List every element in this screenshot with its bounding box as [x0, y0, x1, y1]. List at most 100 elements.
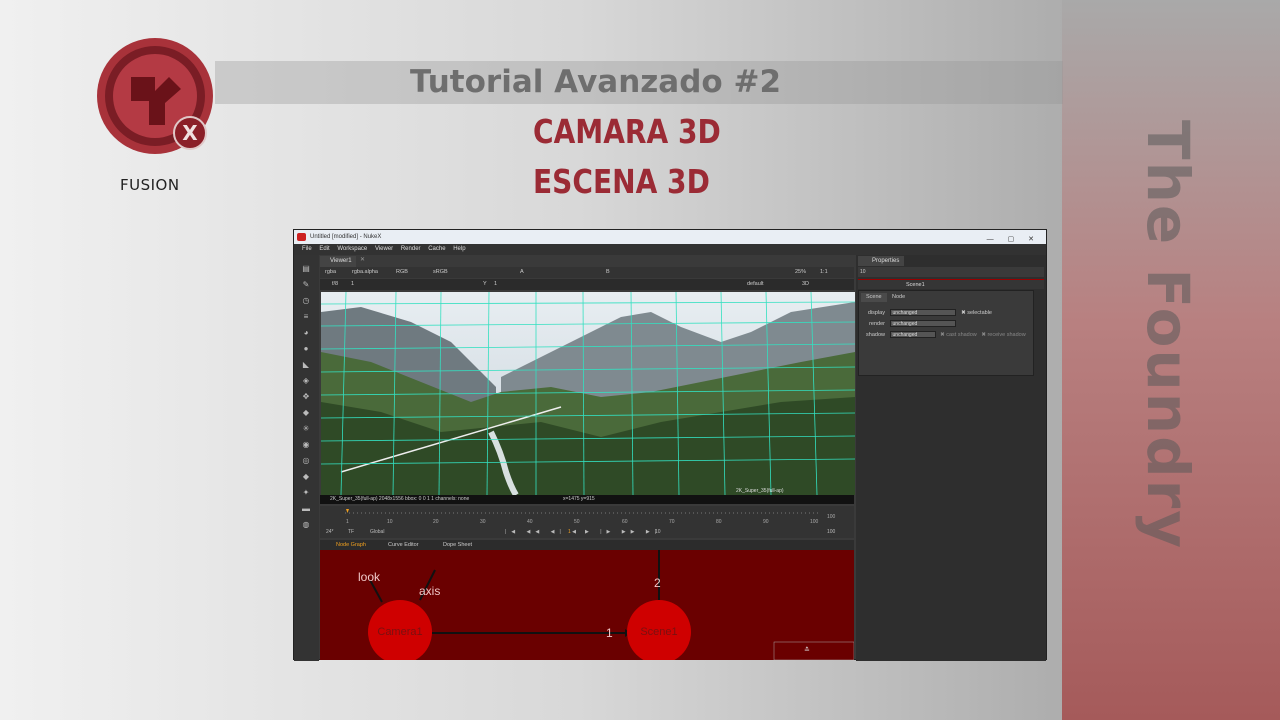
ratio-select[interactable]: 1:1: [820, 267, 828, 278]
format-info: 2K_Super_35(full-ap) 2048x1556 bbox: 0 0…: [330, 496, 470, 502]
channels-select[interactable]: rgba: [325, 267, 336, 278]
axis-label: axis: [419, 584, 441, 598]
close-icon[interactable]: ✕: [360, 256, 365, 263]
display-row: display unchanged ✖ selectable: [867, 309, 992, 317]
menu-workspace[interactable]: Workspace: [337, 246, 367, 252]
channel-icon[interactable]: ≡: [301, 313, 311, 321]
furnace-icon[interactable]: ▬: [301, 505, 311, 513]
render-dropdown[interactable]: unchanged: [889, 320, 956, 328]
window-titlebar: Untitled [modified] - NukeX — ▢ ✕: [294, 230, 1046, 244]
fstop-value[interactable]: f/8: [332, 279, 338, 290]
step-value[interactable]: 10: [655, 526, 661, 538]
menu-edit[interactable]: Edit: [319, 246, 329, 252]
selectable-checkbox[interactable]: ✖: [961, 310, 966, 316]
svg-text:X: X: [182, 121, 198, 145]
svg-text:1: 1: [346, 519, 349, 525]
input-b-select[interactable]: B: [606, 267, 610, 278]
menu-bar: File Edit Workspace Viewer Render Cache …: [294, 244, 1046, 255]
time-icon[interactable]: ◷: [301, 297, 311, 305]
subtab-node[interactable]: Node: [887, 293, 910, 302]
tf-select[interactable]: TF: [348, 526, 354, 538]
render-row: render unchanged: [863, 320, 956, 329]
max-panels-value[interactable]: 10: [860, 267, 866, 277]
particles-icon[interactable]: ✳: [301, 425, 311, 433]
subtitle-camera: CAMARA 3D: [533, 112, 721, 151]
svg-text:70: 70: [669, 519, 675, 525]
timeline-ruler: 1 10 20 30 40 50 60 70 80 90 100 100: [345, 509, 836, 525]
metadata-icon[interactable]: ◆: [301, 473, 311, 481]
format-overlay: 2K_Super_35(full-ap): [736, 488, 784, 494]
subtab-scene[interactable]: Scene: [861, 293, 887, 302]
3d-icon[interactable]: ◆: [301, 409, 311, 417]
svg-text:40: 40: [527, 519, 533, 525]
scope-select[interactable]: Global: [370, 526, 384, 538]
mode-select[interactable]: 3D: [802, 279, 809, 290]
deep-icon[interactable]: ◉: [301, 441, 311, 449]
input-a-select[interactable]: A: [520, 267, 524, 278]
tab-properties[interactable]: Properties: [858, 256, 904, 266]
viewer-status-bar: 2K_Super_35(full-ap) 2048x1556 bbox: 0 0…: [320, 495, 854, 504]
receive-shadow-checkbox[interactable]: ✖: [981, 332, 986, 338]
tab-node-graph[interactable]: Node Graph: [336, 540, 366, 550]
timeline[interactable]: 1 10 20 30 40 50 60 70 80 90 100 100: [320, 506, 854, 526]
display-dropdown[interactable]: unchanged: [889, 309, 956, 317]
node-name[interactable]: Scene1: [906, 280, 925, 290]
transform-icon[interactable]: ✥: [301, 393, 311, 401]
playhead-icon: [346, 509, 349, 513]
svg-text:20: 20: [433, 519, 439, 525]
svg-text:60: 60: [622, 519, 628, 525]
zoom-select[interactable]: 25%: [795, 267, 806, 278]
node-graph[interactable]: ≛ Camera1 Scene1 look axis 1 2: [320, 550, 854, 660]
colorspace-select[interactable]: RGB: [396, 267, 408, 278]
shadow-dropdown[interactable]: unchanged: [889, 331, 936, 339]
svg-text:50: 50: [574, 519, 580, 525]
svg-text:80: 80: [716, 519, 722, 525]
svg-text:100: 100: [810, 519, 819, 525]
filter-icon[interactable]: ●: [301, 345, 311, 353]
transport-buttons-2[interactable]: ▶ |▶ ▶▶ ▶|: [585, 526, 661, 538]
color-icon[interactable]: ◕: [301, 329, 311, 337]
menu-help[interactable]: Help: [453, 246, 465, 252]
landscape-image: 2K_Super_35(full-ap): [321, 292, 855, 495]
left-toolbar: ▤ ✎ ◷ ≡ ◕ ● ◣ ◈ ✥ ◆ ✳ ◉ ◎ ◆ ✦ ▬ ◍: [294, 255, 319, 661]
lut-select[interactable]: sRGB: [433, 267, 448, 278]
side-text: The Foundry: [1134, 119, 1202, 550]
scene1-node[interactable]: Scene1: [627, 600, 691, 660]
tab-dope-sheet[interactable]: Dope Sheet: [443, 540, 472, 550]
svg-text:≛: ≛: [804, 646, 810, 654]
input-1-label: 1: [606, 626, 613, 640]
other-icon[interactable]: ✦: [301, 489, 311, 497]
slide-title: Tutorial Avanzado #2: [410, 64, 782, 100]
tab-curve-editor[interactable]: Curve Editor: [388, 540, 419, 550]
tab-viewer1[interactable]: Viewer1: [320, 256, 356, 267]
merge-icon[interactable]: ◈: [301, 377, 311, 385]
node-header: Scene1: [858, 279, 1044, 289]
camera1-node[interactable]: Camera1: [368, 600, 432, 660]
y-value[interactable]: 1: [494, 279, 497, 290]
playback-controls: 24* TF Global |◀ ◀◀ ◀| ◀ 1 ▶ |▶ ▶▶ ▶| 10…: [320, 526, 854, 538]
camera-select[interactable]: default: [747, 279, 764, 290]
views-icon[interactable]: ◎: [301, 457, 311, 465]
input-2-label: 2: [654, 576, 661, 590]
menu-render[interactable]: Render: [401, 246, 421, 252]
nuke-logo-icon: X: [97, 38, 213, 154]
properties-toolbar: 10: [858, 267, 1044, 277]
menu-viewer[interactable]: Viewer: [375, 246, 393, 252]
viewer-canvas[interactable]: 2K_Super_35(full-ap): [321, 292, 855, 495]
viewer-toolbar-1: rgba rgba.alpha RGB sRGB A B 25% 1:1: [320, 267, 854, 278]
keyer-icon[interactable]: ◣: [301, 361, 311, 369]
frame-value[interactable]: 1: [351, 279, 354, 290]
menu-cache[interactable]: Cache: [428, 246, 445, 252]
ocula-icon[interactable]: ◍: [301, 521, 311, 529]
draw-icon[interactable]: ✎: [301, 281, 311, 289]
alpha-select[interactable]: rgba.alpha: [352, 267, 378, 278]
cast-shadow-checkbox[interactable]: ✖: [940, 332, 945, 338]
fps-select[interactable]: 24*: [326, 526, 334, 538]
shadow-row: shadow unchanged ✖ cast shadow ✖ receive…: [866, 331, 1026, 339]
image-icon[interactable]: ▤: [301, 265, 311, 273]
end-frame[interactable]: 100: [827, 526, 835, 538]
current-frame[interactable]: 1: [568, 526, 571, 538]
menu-file[interactable]: File: [302, 246, 312, 252]
svg-text:100: 100: [827, 514, 836, 520]
svg-text:90: 90: [763, 519, 769, 525]
